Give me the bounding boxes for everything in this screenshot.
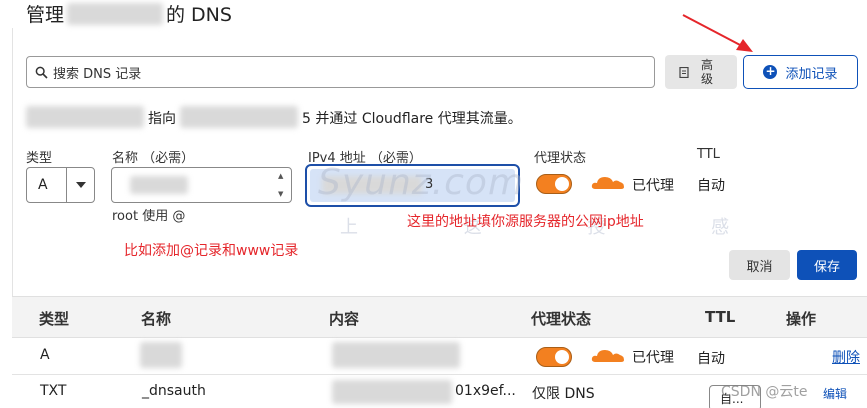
search-icon bbox=[35, 66, 48, 79]
page-title-suffix: 的 DNS bbox=[166, 4, 232, 26]
cancel-button[interactable]: 取消 bbox=[729, 250, 790, 280]
name-label: 名称 （必需） bbox=[112, 151, 195, 166]
redacted-name-value bbox=[130, 176, 188, 194]
type-label: 类型 bbox=[26, 151, 53, 166]
type-select[interactable]: A bbox=[26, 167, 95, 203]
column-header-name[interactable]: 名称 bbox=[141, 308, 171, 329]
row1-type: A bbox=[40, 347, 50, 363]
csdn-watermark: CSDN @云te bbox=[721, 384, 808, 400]
row-divider bbox=[12, 374, 867, 375]
row1-proxy-toggle[interactable] bbox=[536, 347, 572, 367]
advanced-label-top: 高 bbox=[701, 58, 714, 72]
proxy-toggle[interactable] bbox=[536, 174, 572, 194]
name-input[interactable]: ▲ ▼ bbox=[111, 167, 292, 203]
content-left-border bbox=[12, 28, 13, 298]
row1-delete-link[interactable]: 删除 bbox=[832, 347, 860, 367]
document-icon bbox=[679, 66, 689, 78]
type-select-value: A bbox=[38, 177, 48, 193]
row2-edit-link[interactable]: 编辑 bbox=[823, 385, 847, 402]
save-button[interactable]: 保存 bbox=[797, 250, 857, 280]
add-record-label: 添加记录 bbox=[785, 66, 838, 82]
info-suffix: 并通过 Cloudflare 代理其流量。 bbox=[315, 111, 522, 127]
row1-proxy: 已代理 bbox=[632, 350, 674, 366]
page-title-prefix: 管理 bbox=[26, 4, 65, 26]
advanced-label-bottom: 级 bbox=[701, 72, 714, 86]
site-watermark: Syunz.com bbox=[318, 162, 525, 203]
proxy-status-label: 代理状态 bbox=[534, 151, 587, 166]
cloud-icon bbox=[591, 350, 624, 362]
stepper-icon[interactable]: ▲ ▼ bbox=[278, 172, 288, 198]
row2-type: TXT bbox=[40, 383, 67, 399]
advanced-button[interactable]: 高 级 bbox=[665, 55, 737, 89]
column-header-proxy[interactable]: 代理状态 bbox=[531, 308, 591, 329]
ttl-value[interactable]: 自动 bbox=[697, 175, 725, 195]
record-info-line: 指向 5 并通过 Cloudflare 代理其流量。 bbox=[26, 106, 522, 128]
column-header-ttl[interactable]: TTL bbox=[705, 308, 735, 326]
column-header-actions: 操作 bbox=[786, 310, 817, 328]
row2-content-redacted bbox=[332, 380, 452, 404]
redacted-name bbox=[26, 106, 144, 128]
table-header: 类型 名称 内容 代理状态 TTL 操作 bbox=[12, 296, 867, 338]
ttl-label: TTL bbox=[697, 147, 720, 162]
page-title: 管理 的 DNS bbox=[26, 0, 232, 27]
cloud-icon bbox=[591, 177, 624, 189]
search-placeholder: 搜索 DNS 记录 bbox=[53, 66, 142, 82]
row2-content: 01x9ef... bbox=[455, 383, 516, 399]
dns-search-input[interactable]: 搜索 DNS 记录 bbox=[26, 56, 655, 88]
plus-circle-icon: + bbox=[763, 64, 778, 79]
row2-proxy: 仅限 DNS bbox=[532, 386, 595, 402]
info-middle: 指向 bbox=[148, 111, 176, 127]
row2-name: _dnsauth bbox=[142, 383, 206, 399]
column-header-content[interactable]: 内容 bbox=[329, 308, 359, 329]
red-arrow-annotation bbox=[682, 14, 753, 52]
column-header-type[interactable]: 类型 bbox=[39, 308, 69, 329]
proxied-status-text: 已代理 bbox=[632, 178, 674, 194]
annotation-ip-note: 这里的地址填你源服务器的公网ip地址 bbox=[407, 214, 644, 230]
add-record-button[interactable]: + 添加记录 bbox=[743, 55, 858, 89]
row1-ttl: 自动 bbox=[697, 351, 725, 367]
info-tail-digit: 5 bbox=[302, 111, 311, 127]
chevron-down-icon[interactable] bbox=[66, 168, 94, 202]
redacted-ip bbox=[180, 106, 298, 128]
row1-content-redacted bbox=[332, 342, 460, 368]
annotation-records-note: 比如添加@记录和www记录 bbox=[124, 243, 299, 259]
root-hint: root 使用 @ bbox=[112, 209, 186, 224]
redacted-domain bbox=[67, 3, 164, 25]
row1-name-redacted bbox=[140, 342, 182, 368]
